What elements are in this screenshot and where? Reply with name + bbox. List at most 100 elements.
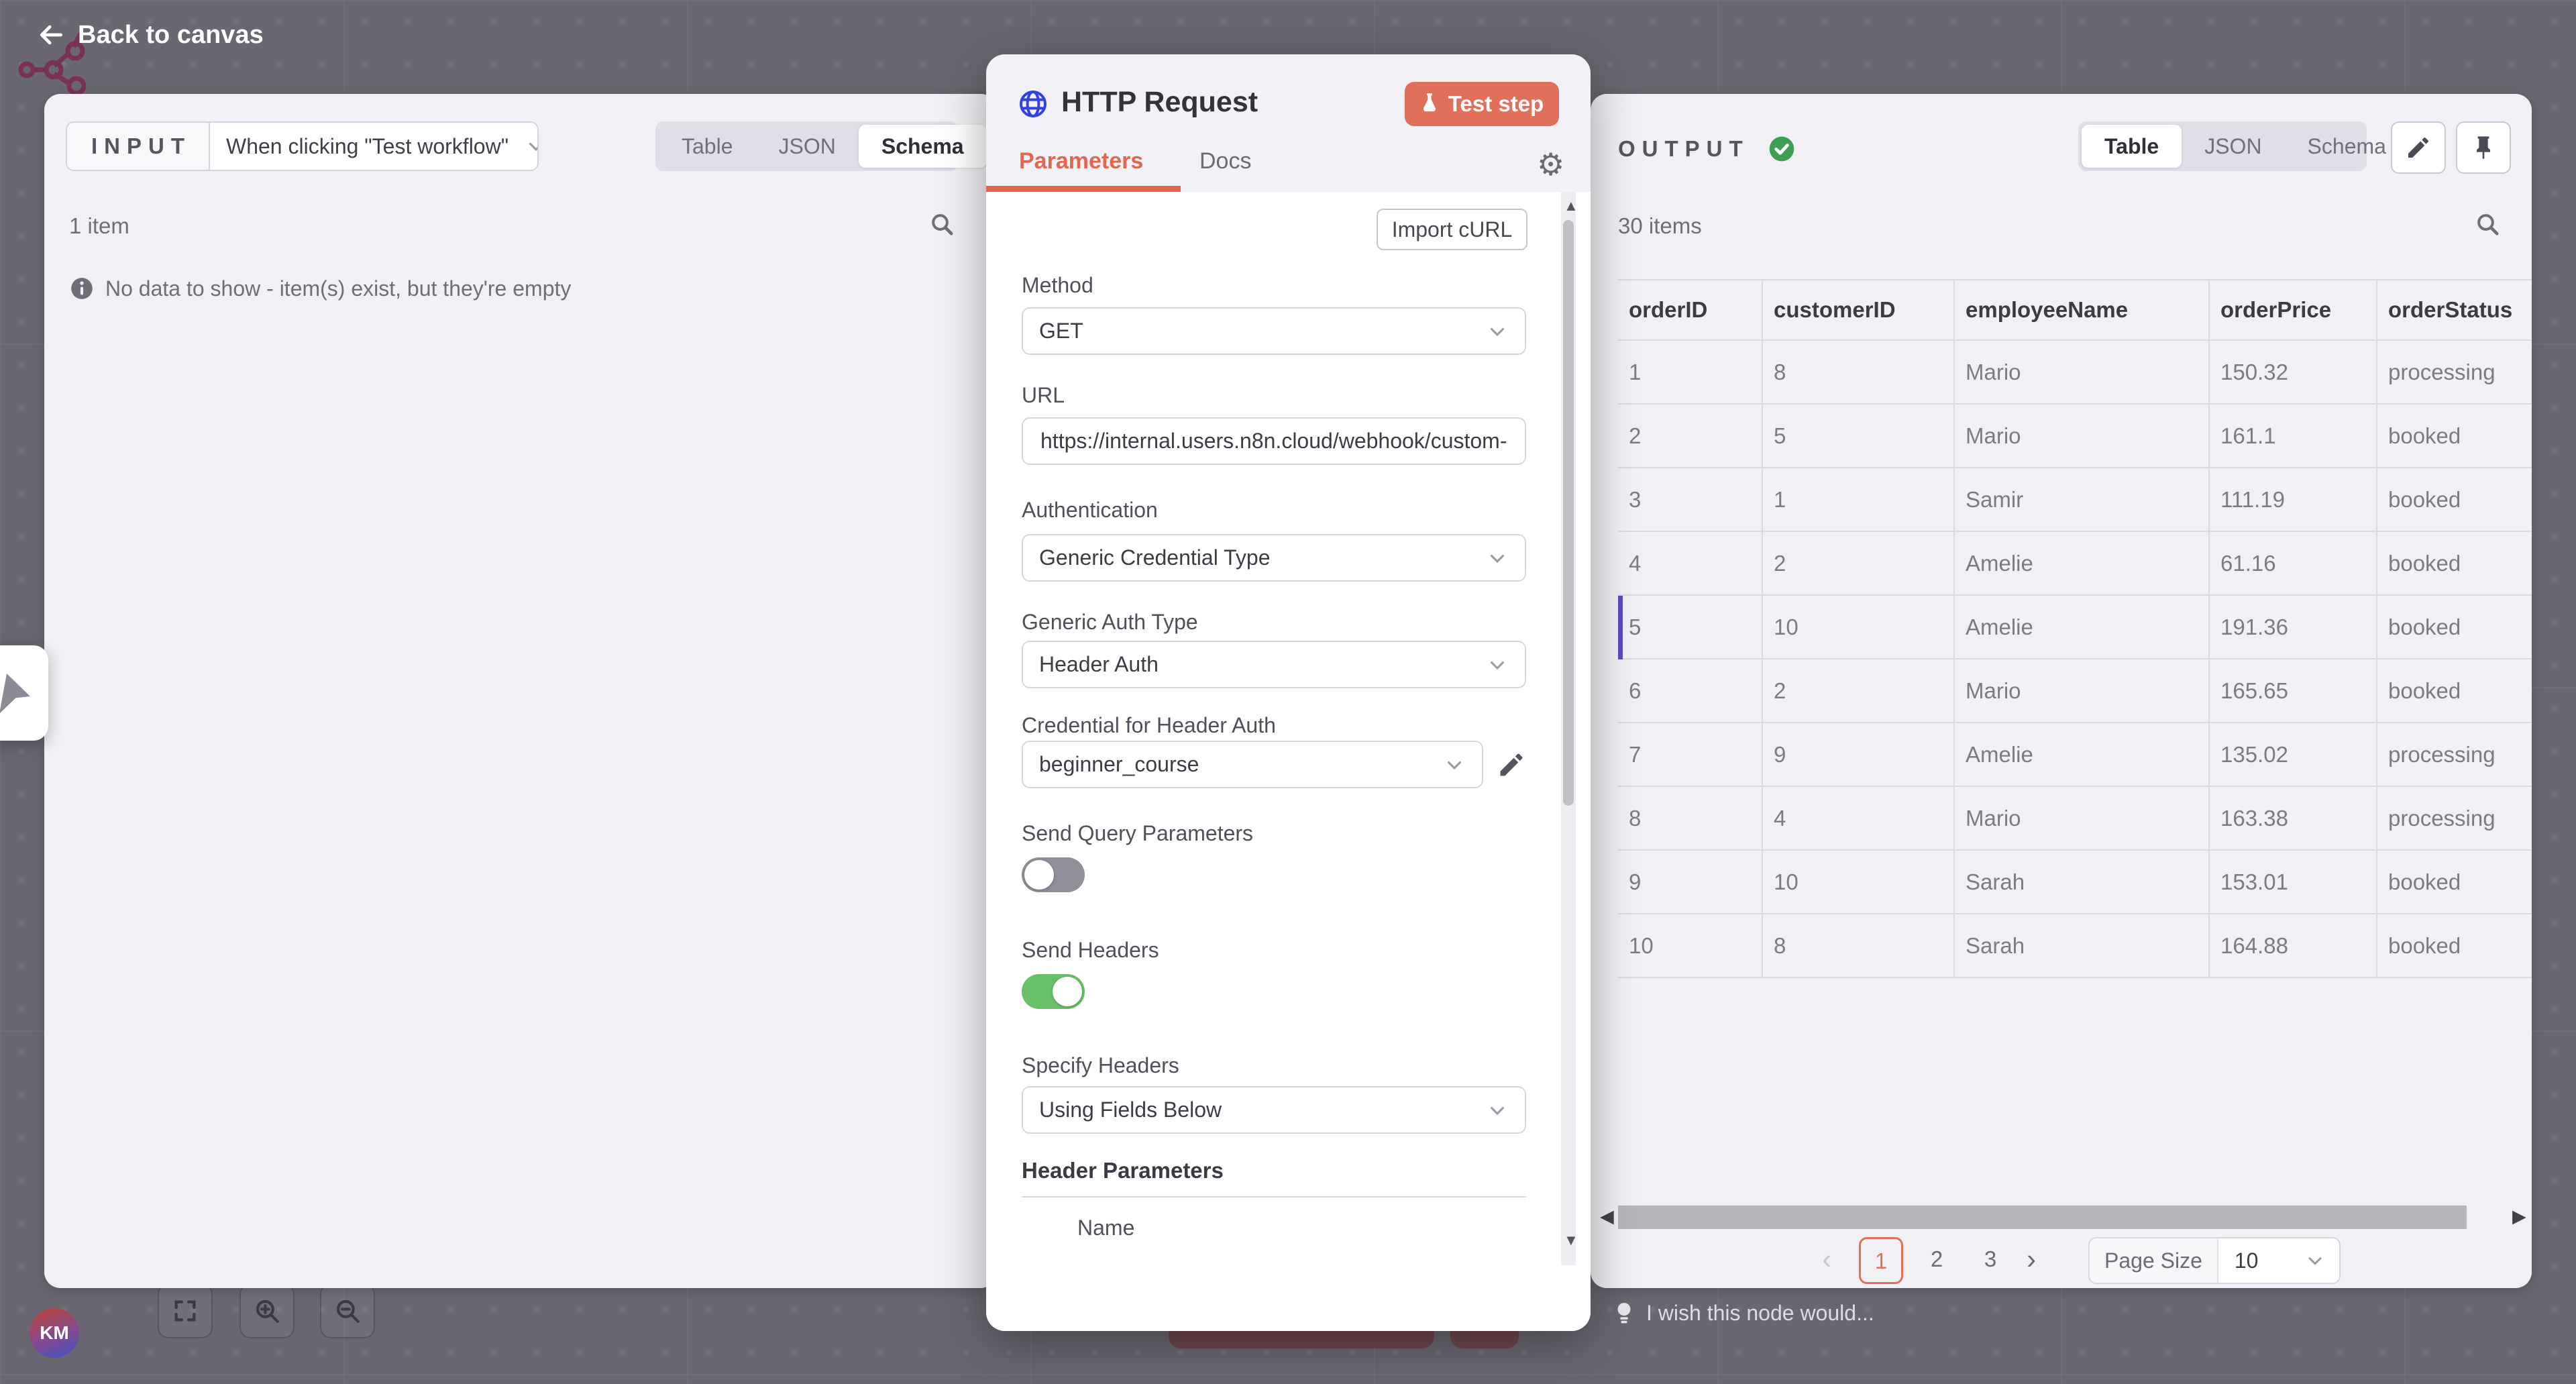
toggle-knob [1024, 860, 1054, 890]
page-size-value: 10 [2218, 1248, 2304, 1273]
table-row: 31Samir111.19booked [1618, 468, 2532, 532]
n8n-node-detail-view: Back to canvas KM [0, 0, 2576, 1384]
zoom-out-button[interactable] [320, 1283, 375, 1338]
credential-edit-button[interactable] [1497, 750, 1526, 783]
column-header[interactable]: orderPrice [2210, 280, 2377, 341]
zoom-in-icon [253, 1297, 281, 1325]
import-curl-button[interactable]: Import cURL [1377, 209, 1527, 250]
table-cell: 163.38 [2210, 787, 2377, 851]
table-cell: booked [2377, 914, 2532, 978]
output-tab-table[interactable]: Table [2082, 125, 2182, 168]
horizontal-scrollbar[interactable] [1618, 1206, 2467, 1229]
authentication-select[interactable]: Generic Credential Type [1022, 534, 1526, 582]
credential-select[interactable]: beginner_course [1022, 741, 1483, 788]
back-to-canvas-button[interactable]: Back to canvas [36, 20, 264, 50]
tab-parameters[interactable]: Parameters [1019, 148, 1143, 174]
table-cell: 1 [1618, 341, 1763, 405]
modal-scrollbar-thumb[interactable] [1563, 220, 1574, 806]
node-settings-gear-icon[interactable]: ⚙ [1537, 149, 1564, 180]
input-panel-label-box: INPUT [67, 123, 210, 170]
table-row: 84Mario163.38processing [1618, 787, 2532, 851]
specify-headers-select[interactable]: Using Fields Below [1022, 1086, 1526, 1134]
scroll-left-icon[interactable]: ◀ [1600, 1208, 1614, 1226]
zoom-to-fit-button[interactable] [158, 1283, 213, 1338]
input-panel: INPUT When clicking "Test workflow" Tabl… [44, 94, 997, 1288]
scroll-down-icon[interactable]: ▼ [1564, 1233, 1578, 1248]
send-headers-toggle[interactable] [1022, 974, 1085, 1009]
input-search-icon[interactable] [928, 211, 955, 241]
lightbulb-icon [1613, 1300, 1635, 1326]
table-header-row: orderID customerID employeeName orderPri… [1618, 280, 2532, 341]
page-size-select[interactable]: Page Size 10 [2088, 1237, 2341, 1284]
column-header[interactable]: orderStatus [2377, 280, 2532, 341]
output-table: orderID customerID employeeName orderPri… [1618, 279, 2532, 978]
table-cell: booked [2377, 468, 2532, 532]
input-tab-schema[interactable]: Schema [859, 125, 987, 168]
arrow-left-icon [36, 20, 66, 50]
url-input[interactable] [1039, 428, 1509, 454]
send-headers-label: Send Headers [1022, 938, 1159, 963]
table-cell: processing [2377, 787, 2532, 851]
scroll-right-icon[interactable]: ▶ [2512, 1208, 2526, 1226]
output-pin-button[interactable] [2456, 121, 2511, 174]
url-input-wrap [1022, 417, 1526, 465]
method-select[interactable]: GET [1022, 307, 1526, 355]
success-check-icon [1767, 134, 1796, 164]
method-value: GET [1039, 319, 1486, 343]
table-row: 62Mario165.65booked [1618, 659, 2532, 723]
input-tab-json[interactable]: JSON [756, 125, 859, 168]
table-cell: 4 [1618, 532, 1763, 596]
table-cell: Mario [1955, 787, 2210, 851]
output-panel-label: OUTPUT [1618, 136, 1750, 162]
input-empty-message: No data to show - item(s) exist, but the… [105, 276, 571, 301]
method-label: Method [1022, 273, 1093, 298]
section-divider [1022, 1196, 1526, 1197]
cursor-tooltip-button[interactable] [0, 645, 48, 741]
test-step-button[interactable]: Test step [1405, 82, 1559, 126]
column-header[interactable]: customerID [1763, 280, 1955, 341]
table-cell: Mario [1955, 405, 2210, 468]
next-page-chevron[interactable]: › [2027, 1237, 2036, 1281]
chevron-down-icon [1486, 547, 1509, 570]
parameters-body: ▲ ▼ Import cURL Method GET URL Authentic… [986, 192, 1591, 1331]
prev-page-chevron[interactable]: ‹ [1822, 1237, 1831, 1281]
node-feedback-link[interactable]: I wish this node would... [1613, 1300, 1874, 1326]
chevron-down-icon [1486, 653, 1509, 676]
table-cell: 165.65 [2210, 659, 2377, 723]
generic-auth-type-select[interactable]: Header Auth [1022, 641, 1526, 688]
tab-docs[interactable]: Docs [1199, 148, 1251, 174]
send-query-label: Send Query Parameters [1022, 821, 1253, 846]
table-cell: Sarah [1955, 851, 2210, 914]
output-items-count: 30 items [1618, 213, 1702, 239]
user-avatar[interactable]: KM [30, 1308, 79, 1358]
table-cell: Sarah [1955, 914, 2210, 978]
page-button-3[interactable]: 3 [1970, 1237, 2010, 1284]
input-run-source-select[interactable]: INPUT When clicking "Test workflow" [66, 121, 539, 171]
table-cell: Amelie [1955, 596, 2210, 659]
page-button-1[interactable]: 1 [1859, 1237, 1903, 1284]
scroll-up-icon[interactable]: ▲ [1564, 199, 1578, 213]
column-header[interactable]: orderID [1618, 280, 1763, 341]
chevron-down-icon [1486, 1099, 1509, 1122]
table-cell: processing [2377, 341, 2532, 405]
table-cell: 135.02 [2210, 723, 2377, 787]
input-tab-table[interactable]: Table [659, 125, 756, 168]
output-tab-json[interactable]: JSON [2182, 125, 2284, 168]
output-search-icon[interactable] [2474, 211, 2501, 241]
table-cell: 3 [1618, 468, 1763, 532]
send-query-toggle[interactable] [1022, 857, 1085, 892]
generic-auth-type-value: Header Auth [1039, 652, 1486, 677]
table-cell: 8 [1763, 914, 1955, 978]
page-button-2[interactable]: 2 [1917, 1237, 1957, 1284]
toggle-knob [1053, 977, 1082, 1006]
table-cell: 9 [1763, 723, 1955, 787]
test-step-label: Test step [1448, 91, 1544, 117]
table-cell: 150.32 [2210, 341, 2377, 405]
output-edit-button[interactable] [2391, 121, 2446, 174]
pencil-icon [1497, 750, 1526, 780]
zoom-in-button[interactable] [239, 1283, 294, 1338]
column-header[interactable]: employeeName [1955, 280, 2210, 341]
zoom-out-icon [333, 1297, 362, 1325]
node-title: HTTP Request [1061, 86, 1258, 119]
input-items-count: 1 item [69, 213, 129, 239]
